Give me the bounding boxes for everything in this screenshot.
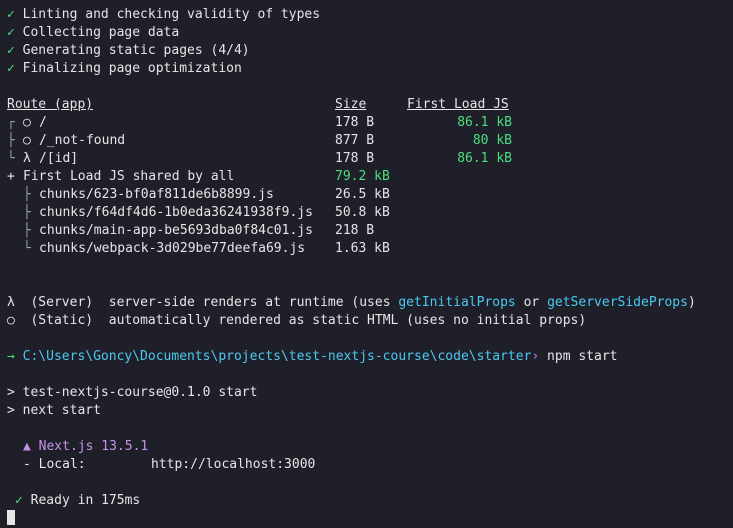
npm-output-line: > next start [7, 403, 101, 418]
route-path: / [39, 115, 47, 130]
nextjs-version: ▲ Next.js 13.5.1 [23, 439, 149, 454]
tree-connector: ┌ [7, 115, 15, 130]
build-step-text: Finalizing page optimization [22, 61, 242, 76]
route-first-load: 80 kB [472, 133, 512, 148]
prompt-caret-icon: › [531, 349, 540, 364]
static-route-icon: ○ [23, 115, 31, 130]
fn-name: getServerSideProps [547, 295, 688, 310]
chunk-name: chunks/main-app-be5693dba0f84c01.js [39, 223, 313, 238]
route-size: 877 B [335, 133, 375, 148]
tree-connector: ├ [23, 223, 31, 238]
fn-name: getInitialProps [398, 295, 516, 310]
tree-connector: └ [7, 151, 15, 166]
check-icon: ✓ [7, 43, 15, 58]
shared-label: First Load JS shared by all [23, 169, 235, 184]
chunk-row: ├ chunks/623-bf0af811de6b8899.js 26.5 kB [7, 186, 727, 204]
shared-size: 79.2 kB [335, 169, 390, 184]
local-label: - Local: [23, 457, 86, 472]
legend-text: automatically rendered as static HTML (u… [108, 313, 587, 328]
chunk-size: 1.63 kB [335, 241, 390, 256]
chunk-name: chunks/623-bf0af811de6b8899.js [39, 187, 274, 202]
shell-prompt: → C:\Users\Goncy\Documents\projects\test… [7, 348, 618, 366]
check-icon: ✓ [7, 61, 15, 76]
check-icon: ✓ [15, 493, 23, 508]
route-row: ├ ○ /_not-found 877 B 80 kB [7, 132, 727, 150]
legend-kind: (Server) [30, 295, 94, 310]
build-step: ✓ Finalizing page optimization [7, 60, 242, 78]
static-route-icon: ○ [7, 313, 15, 328]
build-step: ✓ Linting and checking validity of types [7, 6, 320, 24]
size-column-header: Size [335, 97, 367, 112]
chunk-row: └ chunks/webpack-3d029be77deefa69.js 1.6… [7, 240, 727, 258]
route-column-header: Route (app) [7, 97, 94, 112]
route-size: 178 B [335, 151, 375, 166]
chunk-size: 218 B [335, 223, 375, 238]
check-icon: ✓ [7, 25, 15, 40]
check-icon: ✓ [7, 7, 15, 22]
tree-connector: └ [23, 241, 31, 256]
legend-text: ) [687, 295, 696, 310]
chunk-row: ├ chunks/main-app-be5693dba0f84c01.js 21… [7, 222, 727, 240]
arrow-icon: → [7, 349, 15, 364]
build-step-text: Linting and checking validity of types [22, 7, 321, 22]
route-row: └ λ /[id] 178 B 86.1 kB [7, 150, 727, 168]
chunk-name: chunks/f64df4d6-1b0eda36241938f9.js [39, 205, 313, 220]
build-step-text: Generating static pages (4/4) [22, 43, 250, 58]
route-row: ┌ ○ / 178 B 86.1 kB [7, 114, 727, 132]
route-size: 178 B [335, 115, 375, 130]
shared-js-row: + First Load JS shared by all 79.2 kB [7, 168, 727, 186]
local-url-line: - Local: http://localhost:3000 [23, 456, 423, 474]
terminal-window[interactable]: ✓ Linting and checking validity of types… [0, 0, 733, 525]
text-cursor [7, 510, 15, 525]
legend-kind: (Static) [30, 313, 94, 328]
npm-output-line: > test-nextjs-course@0.1.0 start [7, 385, 258, 400]
legend-text: or [515, 295, 548, 310]
route-path: /_not-found [39, 133, 126, 148]
chunk-name: chunks/webpack-3d029be77deefa69.js [39, 241, 306, 256]
ready-text: Ready in 175ms [30, 493, 141, 508]
static-route-icon: ○ [23, 133, 31, 148]
legend-server: λ (Server) server-side renders at runtim… [7, 294, 696, 312]
tree-connector: ├ [23, 205, 31, 220]
prompt-command: npm start [547, 349, 618, 364]
prompt-path: C:\Users\Goncy\Documents\projects\test-n… [22, 349, 532, 364]
legend-static: ○ (Static) automatically rendered as sta… [7, 312, 586, 330]
ready-line: ✓ Ready in 175ms [15, 492, 140, 510]
route-table-header: Route (app) Size First Load JS [7, 96, 727, 114]
route-first-load: 86.1 kB [457, 151, 512, 166]
route-path: /[id] [39, 151, 79, 166]
chunk-size: 50.8 kB [335, 205, 390, 220]
build-step-text: Collecting page data [22, 25, 180, 40]
server-route-icon: λ [7, 295, 15, 310]
legend-text: server-side renders at runtime (uses [108, 295, 399, 310]
local-url-link[interactable]: http://localhost:3000 [151, 456, 315, 474]
tree-connector: ├ [7, 133, 15, 148]
server-route-icon: λ [23, 151, 31, 166]
chunk-row: ├ chunks/f64df4d6-1b0eda36241938f9.js 50… [7, 204, 727, 222]
first-load-column-header: First Load JS [407, 97, 509, 112]
tree-connector: ├ [23, 187, 31, 202]
route-first-load: 86.1 kB [457, 115, 512, 130]
chunk-size: 26.5 kB [335, 187, 390, 202]
build-step: ✓ Generating static pages (4/4) [7, 42, 250, 60]
plus-icon: + [7, 169, 15, 184]
build-step: ✓ Collecting page data [7, 24, 179, 42]
